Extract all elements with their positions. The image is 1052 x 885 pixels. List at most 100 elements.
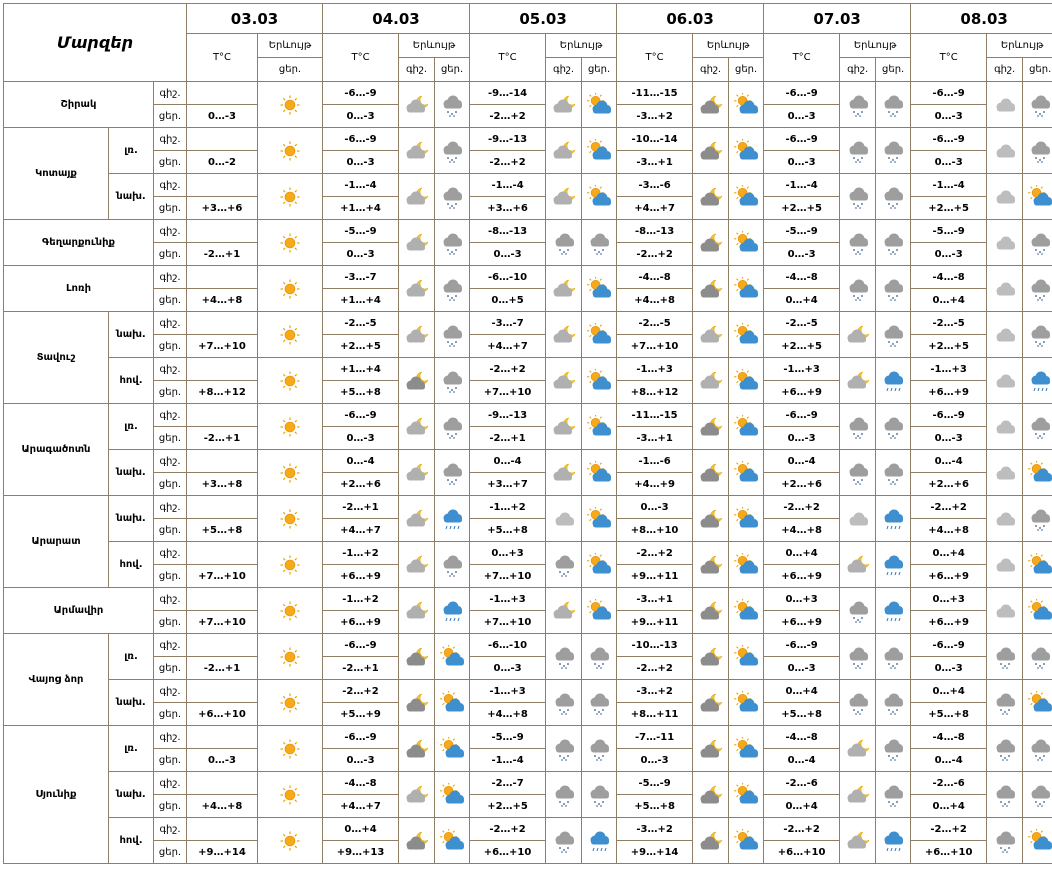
temp-value: +4…+7	[634, 202, 675, 214]
cloudy-night-icon	[400, 369, 434, 393]
temp-value: -2…+2	[930, 823, 967, 835]
weather-icon-cell	[581, 771, 618, 818]
partly-cloudy-night-icon	[547, 139, 581, 163]
weather-header-label: Երևույթ	[853, 40, 897, 51]
sun-icon	[259, 829, 322, 853]
temp-value: 0…+4	[785, 547, 818, 559]
temp-value: -2…-5	[932, 317, 965, 329]
weather-icon-cell	[256, 817, 324, 864]
period-night: գիշ.	[153, 403, 187, 427]
partly-cloudy-night-icon	[547, 415, 581, 439]
cloud-snow-icon	[1024, 737, 1052, 761]
date-label: 07.03	[813, 9, 861, 28]
temp-cell: +4…+8	[469, 702, 547, 726]
partly-cloudy-night-icon	[841, 737, 875, 761]
temp-cell	[186, 357, 258, 381]
temp-value: -3…-7	[491, 317, 524, 329]
sun-cloud-icon	[1024, 460, 1052, 485]
period-label: գիշ.	[159, 501, 181, 513]
weather-icon-cell	[875, 403, 912, 450]
temp-cell: -1…-6	[616, 449, 694, 473]
sun-cloud-icon	[583, 552, 616, 577]
weather-icon-cell	[581, 311, 618, 358]
temp-cell: +6…+10	[910, 840, 988, 864]
temp-cell: -4…-8	[910, 725, 988, 749]
weather-icon-cell	[256, 449, 324, 496]
period-day: ցեր.	[153, 242, 187, 266]
temp-header-label: T°C	[351, 52, 370, 63]
period-label: գիշ.	[159, 731, 181, 743]
temp-value: -2…+1	[489, 432, 526, 444]
subregion-name: հով.	[108, 541, 154, 588]
cloud-snow-icon	[1024, 783, 1052, 807]
weather-icon-cell	[434, 495, 471, 542]
weather-icon-cell	[434, 357, 471, 404]
region-name: Վայոց ձոր	[3, 633, 109, 726]
night-header-label: գիշ.	[847, 64, 869, 75]
sun-icon	[259, 599, 322, 623]
temp-cell: 0…-4	[763, 449, 841, 473]
temp-cell: 0…-3	[616, 495, 694, 519]
temp-cell: -2…+2	[616, 541, 694, 565]
temp-value: -6…-9	[344, 409, 377, 421]
weather-icon-cell	[1022, 219, 1052, 266]
temp-value: -2…+2	[783, 823, 820, 835]
temp-value: 0…-3	[934, 662, 963, 674]
period-day: ցեր.	[153, 380, 187, 404]
weather-icon-cell	[1022, 127, 1052, 174]
sun-cloud-icon	[730, 184, 763, 209]
temp-cell: -6…-9	[763, 127, 841, 151]
temp-value: -5…-9	[491, 731, 524, 743]
temp-value: +6…+9	[928, 616, 969, 628]
temp-value: -1…+3	[783, 363, 820, 375]
temp-cell: -2…+2	[910, 495, 988, 519]
sun-cloud-icon	[730, 276, 763, 301]
weather-icon-cell	[1022, 817, 1052, 864]
weather-icon-cell	[256, 81, 324, 128]
weather-icon-cell	[1022, 81, 1052, 128]
cloud-snow-icon	[841, 231, 875, 255]
weather-icon-cell	[1022, 541, 1052, 588]
cloud-snow-icon	[841, 185, 875, 209]
weather-icon-cell	[434, 127, 471, 174]
temp-value: -9…-14	[487, 87, 528, 99]
weather-icon-cell	[581, 587, 618, 634]
temp-value: 0…-4	[787, 754, 816, 766]
temp-value: -9…-13	[487, 409, 528, 421]
table-row: Տավուշ նախ. գիշ. -2…-5 -3…-7 -2…-5 -2…-5 -2…-5	[3, 311, 1052, 404]
weather-icon-cell	[256, 219, 324, 266]
cloudy-night-icon	[694, 507, 728, 531]
temp-header: T°C	[186, 33, 258, 82]
temp-value: 0…-3	[346, 110, 375, 122]
temp-header: T°C	[322, 33, 400, 82]
temp-cell: -2…+2	[763, 495, 841, 519]
weather-icon-cell	[434, 81, 471, 128]
temp-value: +6…+9	[340, 570, 381, 582]
period-night: գիշ.	[153, 633, 187, 657]
temp-cell	[186, 495, 258, 519]
temp-cell	[186, 127, 258, 151]
weather-icon-cell	[692, 725, 730, 772]
cloud-snow-icon	[877, 645, 910, 669]
temp-cell: +4…+9	[616, 472, 694, 496]
temp-value: +7…+10	[198, 340, 246, 352]
temp-cell	[186, 771, 258, 795]
weather-icon-cell	[692, 771, 730, 818]
region-label: Լոռի	[65, 283, 92, 294]
sun-cloud-icon	[583, 92, 616, 117]
weather-header-label: Երևույթ	[706, 40, 750, 51]
day-header-label: ցեր.	[882, 64, 905, 75]
period-label: ցեր.	[158, 846, 182, 858]
temp-cell: 0…-3	[910, 656, 988, 680]
sun-cloud-icon	[730, 92, 763, 117]
partly-cloudy-night-icon	[400, 507, 434, 531]
temp-value: -2…-7	[491, 777, 524, 789]
night-header: գիշ.	[839, 57, 877, 82]
temp-cell: -2…-6	[763, 771, 841, 795]
temp-cell: 0…+4	[910, 541, 988, 565]
cloud-snow-icon	[988, 829, 1022, 853]
partly-cloudy-night-icon	[400, 553, 434, 577]
title-cell: Մարզեր	[3, 3, 187, 82]
cloud-snow-icon	[988, 691, 1022, 715]
weather-icon-cell	[256, 725, 324, 772]
